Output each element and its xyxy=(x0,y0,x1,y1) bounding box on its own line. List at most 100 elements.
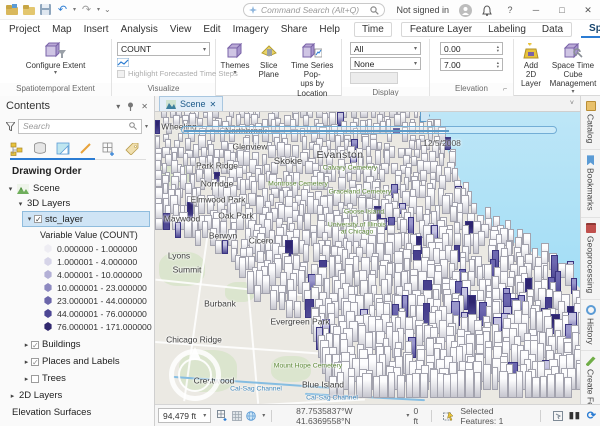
coordinates-dropdown-icon[interactable]: ▾ xyxy=(406,412,409,419)
spatial-reference-dropdown-icon[interactable]: ▾ xyxy=(262,412,265,419)
pane-pin-icon[interactable] xyxy=(127,102,134,111)
pane-close-icon[interactable]: ✕ xyxy=(141,102,148,111)
dock-tab-bookmarks[interactable]: Bookmarks xyxy=(581,150,600,218)
close-tab-icon[interactable]: ✕ xyxy=(210,100,217,109)
tab-labeling[interactable] xyxy=(123,140,140,157)
tree-item-stc-layer[interactable]: ▾ stc_layer xyxy=(22,211,150,227)
tab-labeling[interactable]: Labeling xyxy=(480,23,534,36)
dock-tab-geoprocessing[interactable]: Geoprocessing xyxy=(581,218,600,300)
layer-checkbox[interactable] xyxy=(31,341,39,349)
expand-icon[interactable]: ▸ xyxy=(8,392,17,400)
coordinates-readout[interactable]: 87.7535837°W 41.6369558°N xyxy=(296,406,402,426)
grid-icon[interactable] xyxy=(232,411,242,421)
notifications-icon[interactable] xyxy=(482,5,492,16)
filter-icon[interactable] xyxy=(6,122,15,131)
open-project-icon[interactable] xyxy=(22,3,35,16)
map-label-blue-island: Blue Island xyxy=(302,380,344,389)
selected-features-count[interactable]: Selected Features: 1 xyxy=(460,406,528,426)
select-box-icon[interactable] xyxy=(553,411,563,421)
redo-dropdown-icon[interactable]: ▾ xyxy=(97,6,100,13)
stc-management-button[interactable]: Space Time Cube Management ▾ xyxy=(549,41,597,96)
menu-tab-edit[interactable]: Edit xyxy=(198,22,225,37)
contents-title: Contents xyxy=(6,100,50,112)
time-slider[interactable] xyxy=(181,126,557,134)
redo-icon[interactable]: ↷ xyxy=(80,3,93,16)
pause-drawing-icon[interactable]: ▮▮ xyxy=(569,410,581,421)
expand-icon[interactable]: ▸ xyxy=(22,375,31,383)
add-2d-layer-button[interactable]: Add 2D Layer xyxy=(517,41,545,90)
stc-layer-checkbox[interactable] xyxy=(34,215,42,223)
dock-tab-history[interactable]: History xyxy=(581,300,600,351)
contents-search-input[interactable]: Search xyxy=(18,119,142,134)
themes-button[interactable]: Themes ▾ xyxy=(219,41,251,78)
add-grid-icon[interactable] xyxy=(217,410,228,421)
cube-block xyxy=(532,377,540,398)
tab-snapping[interactable] xyxy=(100,140,117,157)
tab-list-icon[interactable]: ˅ xyxy=(570,100,574,107)
tree-item-scene[interactable]: ▾ Scene xyxy=(0,181,154,196)
sign-in-status[interactable]: Not signed in xyxy=(396,5,449,15)
customize-qat-icon[interactable]: ⌄ xyxy=(104,5,111,14)
layer-checkbox[interactable] xyxy=(31,375,39,383)
tab-time[interactable]: Time xyxy=(354,22,392,37)
tab-data[interactable]: Data xyxy=(534,23,571,36)
menu-tab-share[interactable]: Share xyxy=(276,22,313,37)
menu-tab-view[interactable]: View xyxy=(165,22,197,37)
chart-icon[interactable] xyxy=(117,57,210,68)
tree-item-trees[interactable]: ▸Trees xyxy=(0,370,154,387)
display-none-dropdown[interactable]: None▾ xyxy=(350,57,421,70)
close-button[interactable]: ✕ xyxy=(580,5,596,16)
layer-checkbox[interactable] xyxy=(31,358,39,366)
elevation-exaggeration-spinner[interactable]: 7.00▴▾ xyxy=(440,58,503,71)
display-all-dropdown[interactable]: All▾ xyxy=(350,42,421,55)
elevation-base-spinner[interactable]: 0.00▴▾ xyxy=(440,42,503,55)
map-viewport[interactable]: WheelingNorthbrookGlenviewEvanstonSkokie… xyxy=(155,112,580,404)
pane-menu-icon[interactable]: ▾ xyxy=(116,102,120,111)
command-search-input[interactable]: Command Search (Alt+Q) xyxy=(243,3,385,17)
tab-selection[interactable] xyxy=(54,140,71,157)
tab-editing[interactable] xyxy=(77,140,94,157)
compass-navigator[interactable] xyxy=(169,349,221,401)
slice-plane-button[interactable]: Slice Plane xyxy=(253,41,284,80)
configure-extent-button[interactable]: Configure Extent ▾ xyxy=(24,41,88,78)
minimize-button[interactable]: ─ xyxy=(528,5,544,15)
menu-tab-insert[interactable]: Insert xyxy=(79,22,114,37)
expand-icon[interactable]: ▾ xyxy=(25,215,34,223)
tab-data-source[interactable] xyxy=(31,140,48,157)
expand-icon[interactable]: ▾ xyxy=(16,200,25,208)
tab-drawing-order[interactable] xyxy=(8,140,25,157)
tree-item-3d-layers[interactable]: ▾ 3D Layers xyxy=(0,196,154,211)
undo-icon[interactable]: ↶ xyxy=(56,3,69,16)
time-series-popups-button[interactable]: Time Series Pop- ups by Location xyxy=(286,41,338,99)
variable-dropdown[interactable]: COUNT▾ xyxy=(117,42,210,56)
help-icon[interactable]: ? xyxy=(502,5,518,15)
tab-space-time-cube[interactable]: Space Time Cube xyxy=(581,22,600,38)
maximize-button[interactable]: □ xyxy=(554,5,570,15)
undo-dropdown-icon[interactable]: ▾ xyxy=(73,6,76,13)
spatial-reference-icon[interactable] xyxy=(246,411,258,421)
save-project-icon[interactable] xyxy=(39,3,52,16)
menu-tab-analysis[interactable]: Analysis xyxy=(116,22,163,37)
dock-tab-catalog[interactable]: Catalog xyxy=(581,96,600,150)
menu-tab-help[interactable]: Help xyxy=(314,22,345,37)
expand-icon[interactable]: ▾ xyxy=(6,185,15,193)
scale-dropdown[interactable]: 94,479 ft▾ xyxy=(158,408,211,423)
new-project-icon[interactable] xyxy=(5,3,18,16)
expand-icon[interactable]: ▸ xyxy=(22,358,31,366)
tree-item-elevation-surfaces[interactable]: Elevation Surfaces xyxy=(0,404,154,421)
menu-tab-project[interactable]: Project xyxy=(4,22,45,37)
cube-block xyxy=(195,230,201,246)
tree-item-buildings[interactable]: ▸Buildings xyxy=(0,336,154,353)
user-avatar[interactable] xyxy=(459,4,472,17)
expand-icon[interactable]: ▸ xyxy=(22,341,31,349)
refresh-icon[interactable]: ⟳ xyxy=(587,409,596,422)
tree-item-places-and-labels[interactable]: ▸Places and Labels xyxy=(0,353,154,370)
tab-feature-layer[interactable]: Feature Layer xyxy=(402,23,480,36)
elevation-dialog-launcher-icon[interactable]: ⌐ xyxy=(503,86,511,94)
search-options-icon[interactable]: ▾ xyxy=(145,123,148,130)
menu-tab-imagery[interactable]: Imagery xyxy=(228,22,274,37)
menu-tab-map[interactable]: Map xyxy=(47,22,76,37)
highlight-forecast-checkbox[interactable] xyxy=(117,70,125,78)
tree-item-2d-layers[interactable]: ▸ 2D Layers xyxy=(0,387,154,404)
scene-tab[interactable]: Scene ✕ xyxy=(159,96,223,111)
